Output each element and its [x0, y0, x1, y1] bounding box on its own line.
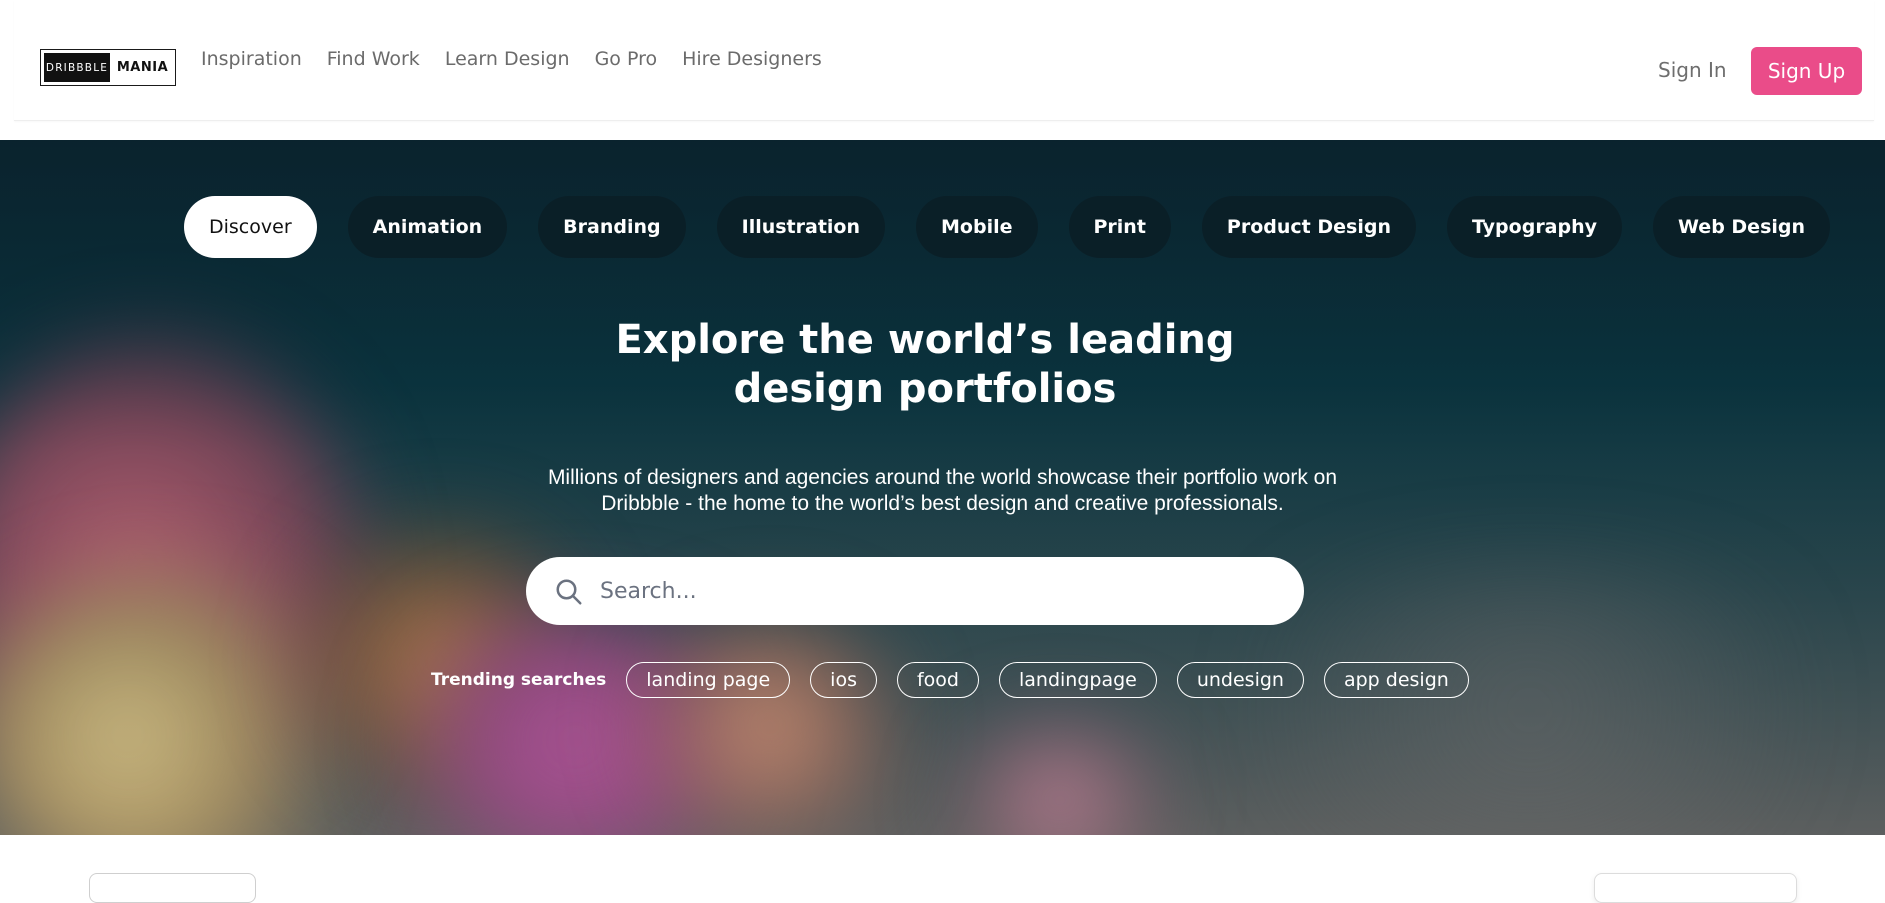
top-navbar: DRIBBBLE MANIA Inspiration Find Work Lea…: [14, 0, 1874, 121]
logo-left-text: DRIBBBLE: [44, 53, 110, 82]
hero-section: Discover Animation Branding Illustration…: [0, 140, 1885, 835]
nav-item-hire-designers[interactable]: Hire Designers: [682, 48, 822, 70]
nav-item-go-pro[interactable]: Go Pro: [595, 48, 658, 70]
filter-dropdown[interactable]: [89, 873, 256, 903]
hero-subtitle-line2: Dribbble - the home to the world’s best …: [601, 492, 1284, 515]
sign-up-button[interactable]: Sign Up: [1751, 47, 1862, 95]
category-illustration[interactable]: Illustration: [716, 196, 886, 258]
filters-button[interactable]: [1594, 873, 1797, 903]
hero-headline: Explore the world’s leading design portf…: [0, 316, 1850, 414]
trending-chip-food[interactable]: food: [896, 662, 979, 698]
trending-searches: Trending searches landing page ios food …: [431, 662, 1469, 698]
nav-item-inspiration[interactable]: Inspiration: [201, 48, 302, 70]
hero-headline-line2: design portfolios: [733, 366, 1117, 412]
trending-chip-landingpage[interactable]: landingpage: [998, 662, 1157, 698]
nav-item-find-work[interactable]: Find Work: [327, 48, 420, 70]
category-animation[interactable]: Animation: [347, 196, 508, 258]
hero-subtitle-line1: Millions of designers and agencies aroun…: [547, 466, 1338, 489]
category-typography[interactable]: Typography: [1446, 196, 1623, 258]
search-bar[interactable]: [526, 557, 1304, 625]
main-nav: Inspiration Find Work Learn Design Go Pr…: [201, 48, 822, 70]
category-product-design[interactable]: Product Design: [1201, 196, 1416, 258]
hero-subtitle: Millions of designers and agencies aroun…: [0, 465, 1885, 517]
search-icon: [556, 579, 582, 605]
logo[interactable]: DRIBBBLE MANIA: [40, 49, 176, 86]
nav-item-learn-design[interactable]: Learn Design: [445, 48, 570, 70]
category-mobile[interactable]: Mobile: [916, 196, 1038, 258]
sign-in-link[interactable]: Sign In: [1658, 58, 1727, 82]
hero-headline-line1: Explore the world’s leading: [615, 317, 1235, 363]
category-print[interactable]: Print: [1068, 196, 1171, 258]
trending-chip-app-design[interactable]: app design: [1323, 662, 1469, 698]
logo-right-text: MANIA: [116, 60, 169, 75]
trending-chip-landing-page[interactable]: landing page: [626, 662, 791, 698]
search-input[interactable]: [600, 557, 1280, 625]
category-web-design[interactable]: Web Design: [1653, 196, 1831, 258]
trending-chip-ios[interactable]: ios: [810, 662, 877, 698]
category-branding[interactable]: Branding: [538, 196, 686, 258]
category-discover[interactable]: Discover: [184, 196, 317, 258]
trending-label: Trending searches: [431, 670, 607, 690]
category-filters: Discover Animation Branding Illustration…: [184, 196, 1831, 258]
trending-chip-undesign[interactable]: undesign: [1176, 662, 1304, 698]
